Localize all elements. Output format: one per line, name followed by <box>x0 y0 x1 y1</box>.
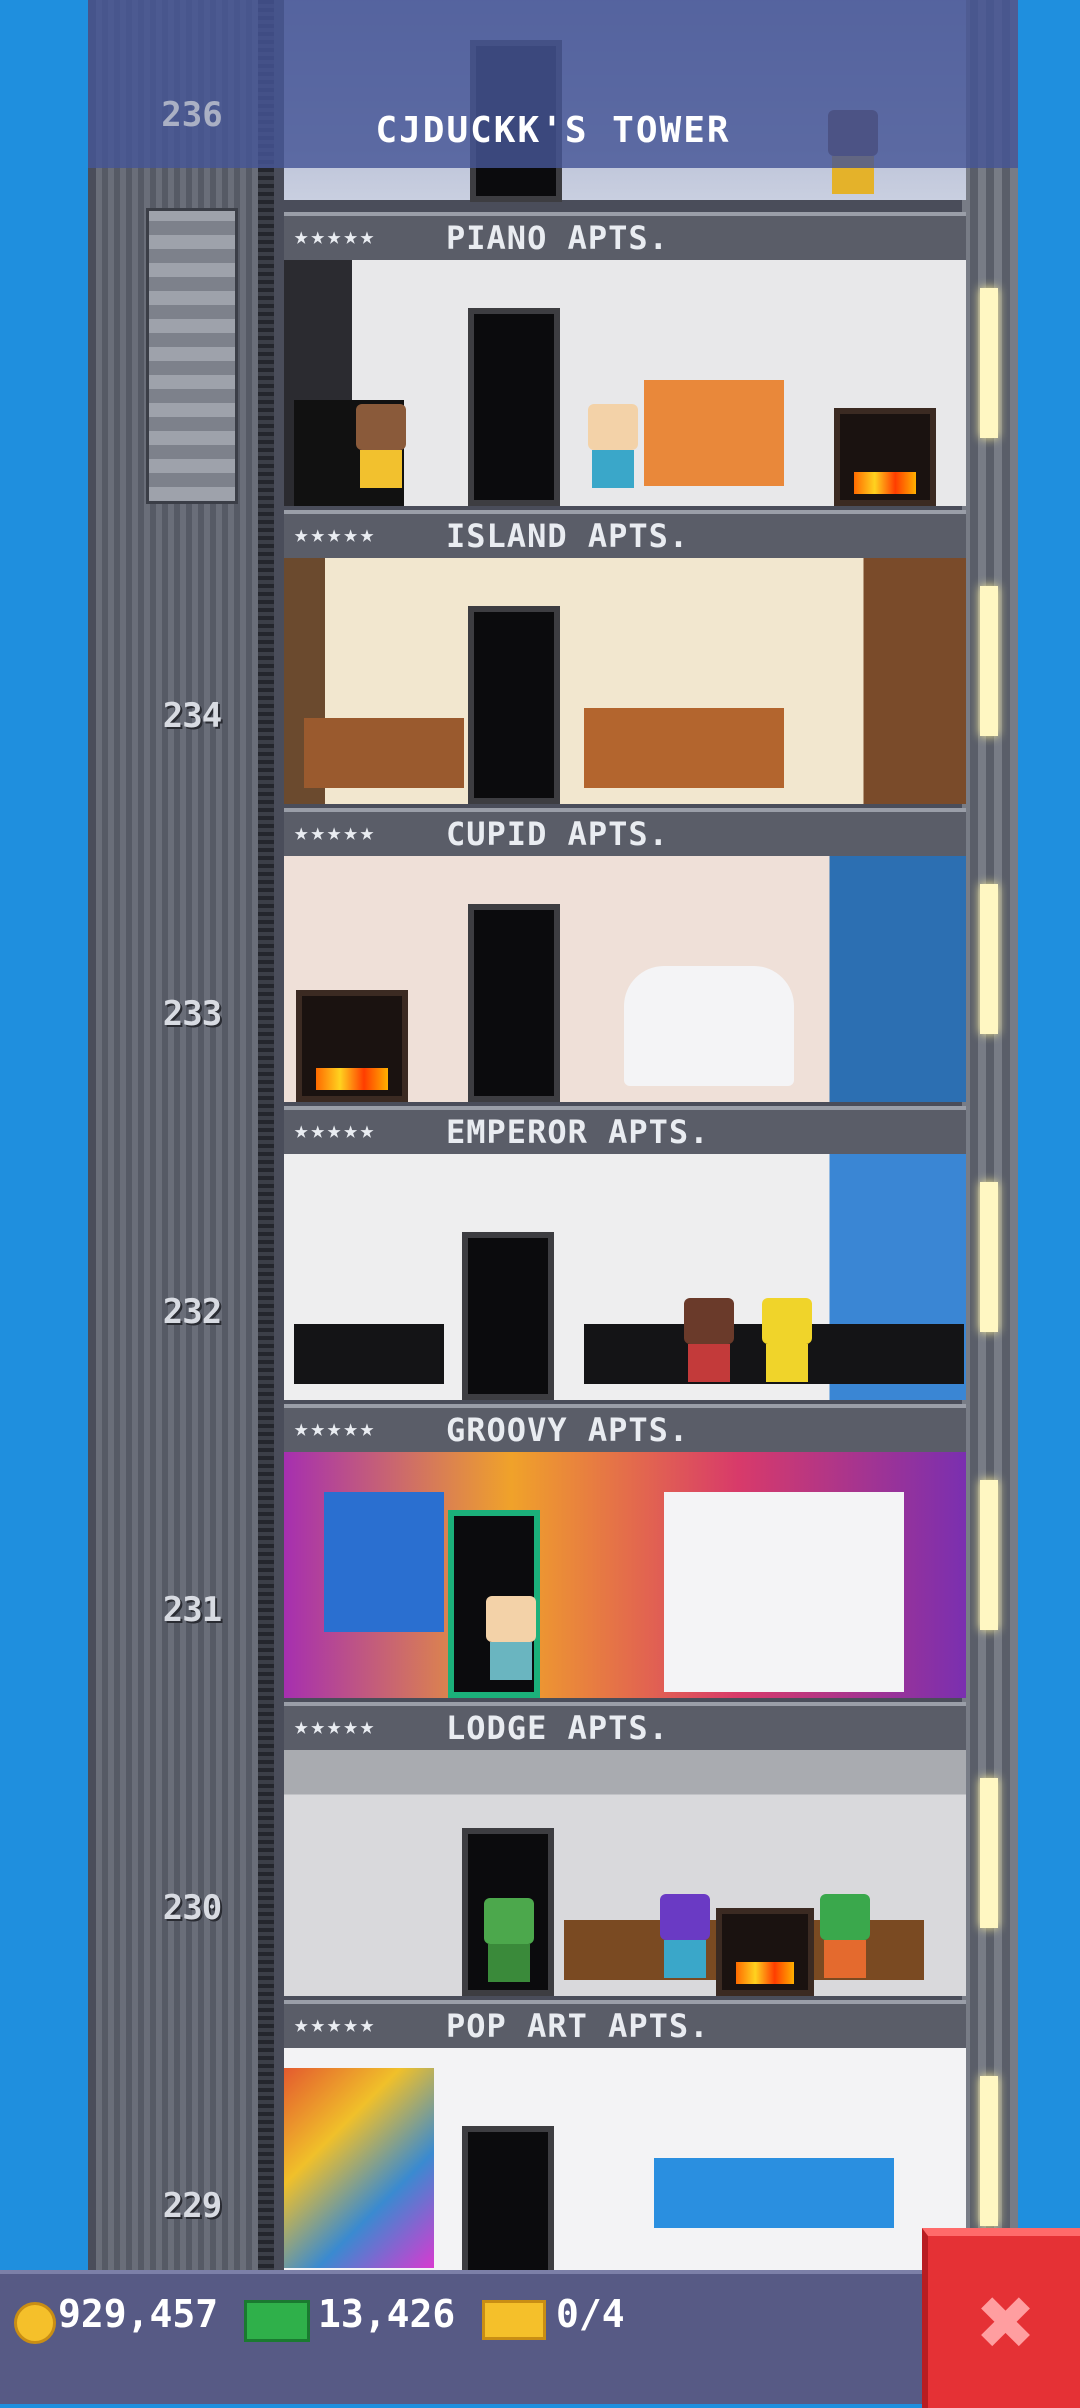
exterior-light <box>980 1182 998 1332</box>
floor-number: 233 <box>162 994 222 1034</box>
floor-banner: ★★★★★ CUPID APTS. <box>284 808 966 860</box>
floor-name: EMPEROR APTS. <box>446 1113 710 1151</box>
floor-235-door <box>468 308 560 506</box>
bitizen-character[interactable] <box>486 1596 536 1680</box>
ticket-icon <box>482 2300 546 2340</box>
tower-title: CJDUCKK'S TOWER <box>375 110 731 151</box>
floor-name: POP ART APTS. <box>446 2007 710 2045</box>
exterior-light <box>980 1778 998 1928</box>
floor-number: 231 <box>162 1590 222 1630</box>
bitizen-character[interactable] <box>660 1894 710 1978</box>
floor-232-door <box>462 1232 554 1400</box>
floor-229[interactable]: ★★★★★ POP ART APTS. 229 <box>0 1996 1080 2294</box>
star-rating: ★★★★★ <box>294 1414 377 1442</box>
groovy-apartment-room <box>284 1452 966 1698</box>
floor-234[interactable]: ★★★★★ ISLAND APTS. 234 <box>0 506 1080 804</box>
floor-number: 230 <box>162 1888 222 1928</box>
coin-icon <box>14 2302 56 2344</box>
heart-bed <box>624 966 794 1086</box>
floor-name: CUPID APTS. <box>446 815 669 853</box>
aquarium <box>654 2158 894 2228</box>
coins-count: 929,457 <box>58 2292 219 2336</box>
star-rating: ★★★★★ <box>294 818 377 846</box>
floor-230[interactable]: ★★★★★ LODGE APTS. 230 <box>0 1698 1080 1996</box>
bitizen-character[interactable] <box>684 1298 734 1382</box>
tickets-count: 0/4 <box>556 2292 625 2336</box>
floor-banner: ★★★★★ GROOVY APTS. <box>284 1404 966 1456</box>
star-rating: ★★★★★ <box>294 520 377 548</box>
floor-number: 232 <box>162 1292 222 1332</box>
peace-sign-art <box>324 1492 444 1632</box>
exterior-light <box>980 586 998 736</box>
fireplace <box>834 408 936 506</box>
floor-number: 229 <box>162 2186 222 2226</box>
bitizen-character[interactable] <box>484 1898 534 1982</box>
bitizen-character[interactable] <box>820 1894 870 1978</box>
floor-231[interactable]: ★★★★★ GROOVY APTS. 231 <box>0 1400 1080 1698</box>
fireplace <box>716 1908 814 1996</box>
close-button[interactable]: ✖ <box>922 2228 1080 2408</box>
sideboard <box>294 1324 444 1384</box>
fireplace <box>296 990 408 1102</box>
floor-number: 234 <box>162 696 222 736</box>
island-apartment-room <box>284 558 966 804</box>
pop-art-painting <box>284 2068 434 2268</box>
sofa <box>304 718 464 788</box>
star-rating: ★★★★★ <box>294 1712 377 1740</box>
title-bar: 236 CJDUCKK'S TOWER <box>88 0 1018 168</box>
exterior-light <box>980 1480 998 1630</box>
currency-bar <box>0 2270 922 2404</box>
floor-233-door <box>468 904 560 1102</box>
bux-icon <box>244 2300 310 2342</box>
bitizen-character[interactable] <box>762 1298 812 1382</box>
bitizen-character[interactable] <box>588 404 638 488</box>
star-rating: ★★★★★ <box>294 2010 377 2038</box>
floor-banner: ★★★★★ PIANO APTS. <box>284 212 966 264</box>
bux-count: 13,426 <box>318 2292 456 2336</box>
pop-art-apartment-room <box>284 2048 966 2294</box>
bed <box>584 708 784 788</box>
floor-234-door <box>468 606 560 804</box>
floor-name: ISLAND APTS. <box>446 517 690 555</box>
floor-banner: ★★★★★ LODGE APTS. <box>284 1702 966 1754</box>
floor-233[interactable]: ★★★★★ CUPID APTS. 233 <box>0 804 1080 1102</box>
bed <box>644 380 784 486</box>
floor-name: GROOVY APTS. <box>446 1411 690 1449</box>
bitizen-character[interactable] <box>356 404 406 488</box>
star-rating: ★★★★★ <box>294 222 377 250</box>
close-icon: ✖ <box>978 2266 1036 2378</box>
floor-name: LODGE APTS. <box>446 1709 669 1747</box>
star-rating: ★★★★★ <box>294 1116 377 1144</box>
emperor-apartment-room <box>284 1154 966 1400</box>
floor-229-door <box>462 2126 554 2294</box>
exterior-light <box>980 884 998 1034</box>
floor-banner: ★★★★★ EMPEROR APTS. <box>284 1106 966 1158</box>
exterior-light <box>980 2076 998 2226</box>
exterior-light <box>980 288 998 438</box>
floor-232[interactable]: ★★★★★ EMPEROR APTS. 232 <box>0 1102 1080 1400</box>
floor-banner: ★★★★★ POP ART APTS. <box>284 2000 966 2052</box>
elevator-car[interactable] <box>146 208 238 504</box>
floor-banner: ★★★★★ ISLAND APTS. <box>284 510 966 562</box>
sofa <box>664 1492 904 1692</box>
floor-name: PIANO APTS. <box>446 219 669 257</box>
